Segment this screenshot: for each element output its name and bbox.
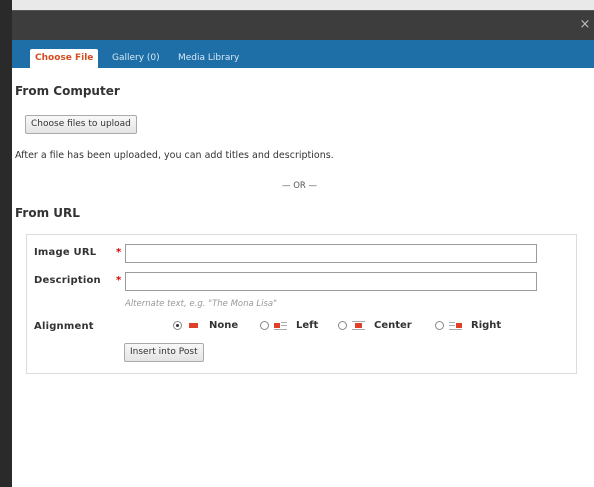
align-center-label: Center (374, 320, 412, 331)
align-left-label: Left (296, 320, 319, 331)
tab-gallery[interactable]: Gallery (0) (112, 49, 160, 68)
dialog-content: From Computer Choose files to upload Aft… (12, 68, 594, 487)
tab-media-library[interactable]: Media Library (178, 49, 239, 68)
align-right-label: Right (471, 320, 502, 331)
tab-bar: Choose File Gallery (0) Media Library (12, 40, 594, 68)
align-none-label: None (209, 320, 239, 331)
align-center-radio[interactable] (338, 321, 347, 330)
description-label: Description (34, 275, 101, 286)
image-url-label: Image URL (34, 247, 97, 258)
url-form: Image URL * Description * Alternate text… (26, 234, 577, 374)
upload-note: After a file has been uploaded, you can … (15, 150, 334, 161)
align-left-radio[interactable] (260, 321, 269, 330)
description-input[interactable] (125, 272, 537, 291)
backdrop (0, 0, 12, 487)
choose-files-button[interactable]: Choose files to upload (25, 115, 137, 134)
from-computer-heading: From Computer (15, 84, 120, 98)
window-top-strip (0, 0, 594, 10)
required-marker: * (116, 247, 122, 258)
or-separator: — OR — (282, 181, 318, 191)
dialog-titlebar: × (12, 10, 594, 41)
tab-choose-file[interactable]: Choose File (30, 49, 99, 68)
align-left-icon (274, 322, 287, 330)
description-hint: Alternate text, e.g. "The Mona Lisa" (125, 299, 278, 309)
from-url-heading: From URL (15, 206, 80, 220)
close-icon[interactable]: × (578, 18, 592, 32)
align-right-icon (449, 322, 462, 330)
align-none-icon (189, 323, 198, 328)
align-right-radio[interactable] (435, 321, 444, 330)
image-url-input[interactable] (125, 244, 537, 263)
align-none-radio[interactable] (173, 321, 182, 330)
insert-into-post-button[interactable]: Insert into Post (124, 343, 204, 362)
align-center-icon (352, 321, 365, 330)
required-marker: * (116, 275, 122, 286)
alignment-label: Alignment (34, 321, 94, 332)
